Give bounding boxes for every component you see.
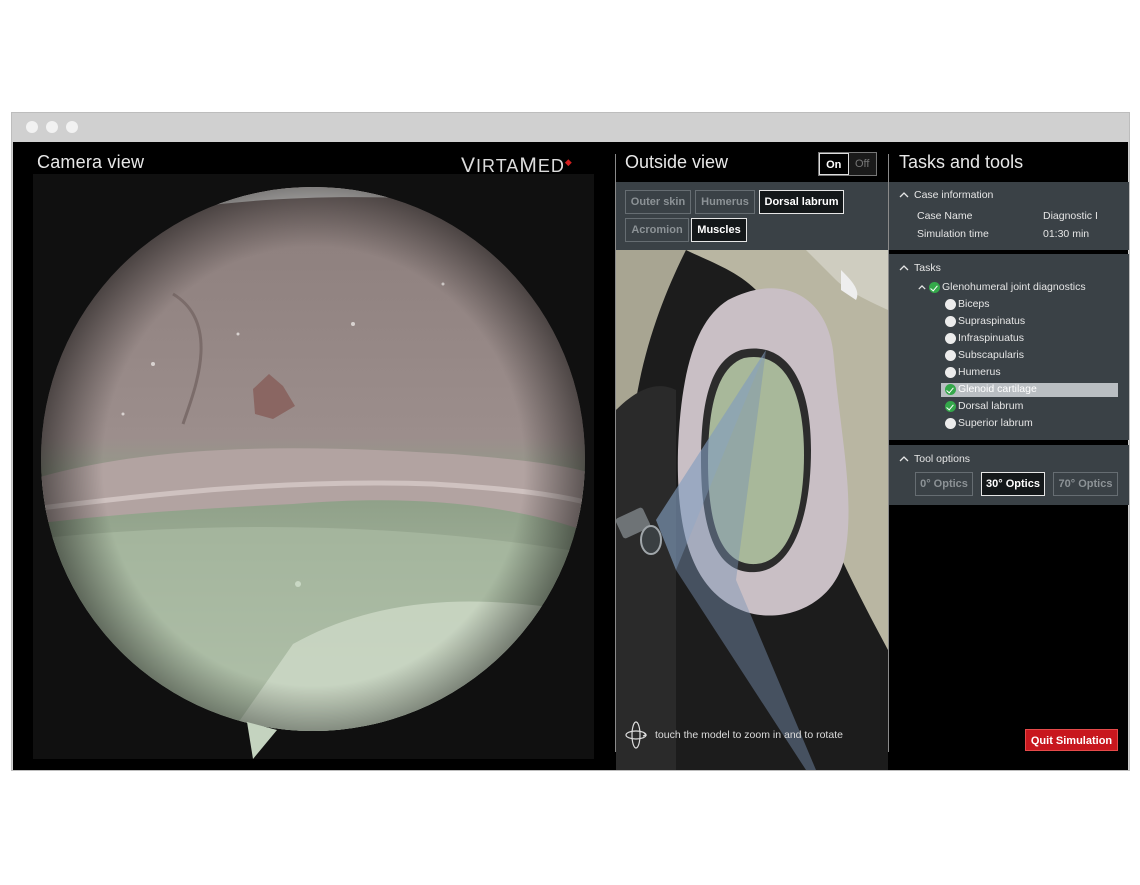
layer-outer-skin-button[interactable]: Outer skin bbox=[625, 190, 691, 214]
task-pending-icon bbox=[945, 316, 956, 327]
case-name-value: Diagnostic I bbox=[1043, 210, 1098, 222]
simulation-time-label: Simulation time bbox=[917, 228, 989, 240]
rotate-hint: touch the model to zoom in and to rotate bbox=[625, 720, 843, 750]
outside-view-toggle[interactable]: On Off bbox=[818, 152, 877, 176]
chevron-up-icon bbox=[899, 456, 909, 462]
task-pending-icon bbox=[945, 350, 956, 361]
layer-buttons-panel: Outer skin Humerus Dorsal labrum Acromio… bbox=[616, 182, 888, 250]
task-biceps[interactable]: Biceps bbox=[958, 298, 990, 310]
layer-acromion-button[interactable]: Acromion bbox=[625, 218, 689, 242]
simulation-time-value: 01:30 min bbox=[1043, 228, 1090, 240]
optics-30-button[interactable]: 30° Optics bbox=[981, 472, 1045, 496]
task-glenoid-cartilage[interactable]: Glenoid cartilage bbox=[958, 383, 1037, 395]
group-chevron-icon[interactable] bbox=[918, 285, 926, 290]
tasks-tools-title: Tasks and tools bbox=[899, 152, 1024, 172]
rotate-hint-text: touch the model to zoom in and to rotate bbox=[655, 729, 843, 741]
toggle-off[interactable]: Off bbox=[849, 153, 877, 175]
task-subscapularis[interactable]: Subscapularis bbox=[958, 349, 1024, 361]
case-information-panel: Case information Case Name Diagnostic I … bbox=[889, 182, 1129, 250]
rotate-icon bbox=[625, 721, 647, 749]
layer-dorsal-labrum-button[interactable]: Dorsal labrum bbox=[759, 190, 844, 214]
tool-options-header[interactable]: Tool options bbox=[899, 453, 970, 465]
outside-view-title: Outside view bbox=[625, 152, 729, 172]
task-supraspinatus[interactable]: Supraspinatus bbox=[958, 315, 1025, 327]
simulator-app: Camera view VIRTAMED◆ Outside view On Of… bbox=[13, 142, 1129, 770]
tool-options-panel: Tool options 0° Optics 30° Optics 70° Op… bbox=[889, 445, 1129, 505]
window-titlebar bbox=[12, 113, 1129, 142]
layer-muscles-button[interactable]: Muscles bbox=[691, 218, 747, 242]
camera-viewport[interactable] bbox=[33, 174, 594, 759]
task-dorsal-labrum[interactable]: Dorsal labrum bbox=[958, 400, 1023, 412]
chevron-up-icon bbox=[899, 192, 909, 198]
window-maximize-dot[interactable] bbox=[66, 121, 78, 133]
task-done-icon bbox=[945, 401, 956, 412]
app-window: Camera view VIRTAMED◆ Outside view On Of… bbox=[11, 112, 1130, 771]
task-done-icon bbox=[945, 384, 956, 395]
case-information-header[interactable]: Case information bbox=[899, 189, 993, 201]
task-pending-icon bbox=[945, 418, 956, 429]
optics-0-button[interactable]: 0° Optics bbox=[915, 472, 973, 496]
chevron-up-icon bbox=[899, 265, 909, 271]
window-minimize-dot[interactable] bbox=[46, 121, 58, 133]
case-name-label: Case Name bbox=[917, 210, 973, 222]
quit-simulation-button[interactable]: Quit Simulation bbox=[1025, 729, 1118, 751]
optics-70-button[interactable]: 70° Optics bbox=[1053, 472, 1118, 496]
task-superior-labrum[interactable]: Superior labrum bbox=[958, 417, 1033, 429]
tasks-panel: Tasks Glenohumeral joint diagnostics Bic… bbox=[889, 254, 1129, 440]
task-group-label[interactable]: Glenohumeral joint diagnostics bbox=[942, 281, 1086, 293]
tasks-header[interactable]: Tasks bbox=[899, 262, 941, 274]
task-pending-icon bbox=[945, 333, 956, 344]
group-check-icon bbox=[929, 282, 940, 293]
task-humerus[interactable]: Humerus bbox=[958, 366, 1001, 378]
camera-view-title: Camera view bbox=[37, 152, 145, 172]
task-infraspinuatus[interactable]: Infraspinuatus bbox=[958, 332, 1024, 344]
task-pending-icon bbox=[945, 299, 956, 310]
toggle-on[interactable]: On bbox=[819, 153, 849, 175]
outside-3d-model[interactable] bbox=[616, 250, 888, 770]
window-close-dot[interactable] bbox=[26, 121, 38, 133]
layer-humerus-button[interactable]: Humerus bbox=[695, 190, 755, 214]
task-pending-icon bbox=[945, 367, 956, 378]
